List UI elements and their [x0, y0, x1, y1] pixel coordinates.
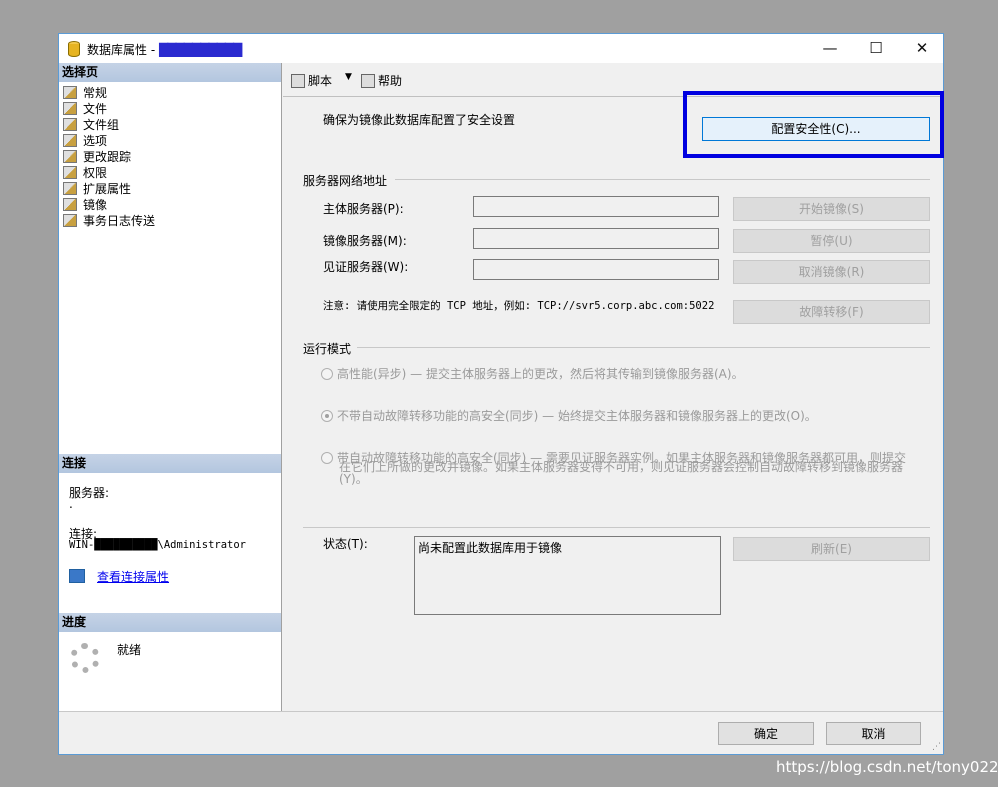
- page-icon: [63, 214, 77, 227]
- page-icon: [63, 86, 77, 99]
- nav-item-label: 权限: [83, 166, 108, 180]
- maximize-button[interactable]: ☐: [853, 34, 899, 63]
- remove-mirroring-button[interactable]: 取消镜像(R): [733, 260, 930, 284]
- page-icon: [63, 150, 77, 163]
- security-prompt: 确保为镜像此数据库配置了安全设置: [323, 113, 516, 127]
- configure-security-button[interactable]: 配置安全性(C)...: [702, 117, 930, 141]
- mirror-server-field[interactable]: [473, 228, 719, 249]
- window-title: 数据库属性 - ██████████: [87, 41, 242, 58]
- connection-properties-icon: [69, 569, 85, 583]
- script-button[interactable]: 脚本: [291, 72, 332, 89]
- cancel-button[interactable]: 取消: [826, 722, 921, 745]
- high-safety-failover-label-line3: (Y)。: [339, 472, 368, 486]
- address-note: 注意: 请使用完全限定的 TCP 地址，例如: TCP://svr5.corp.…: [323, 300, 715, 312]
- dialog-footer: 确定 取消 ⋰: [59, 711, 943, 754]
- main-pane: 脚本 ▼ 帮助 确保为镜像此数据库配置了安全设置 配置安全性(C)... 服务器…: [283, 63, 944, 711]
- minimize-button[interactable]: —: [807, 34, 853, 63]
- nav-item-label: 常规: [83, 86, 108, 100]
- pause-button[interactable]: 暂停(U): [733, 229, 930, 253]
- nav-item-options[interactable]: 选项: [63, 133, 107, 149]
- nav-item-extended-properties[interactable]: 扩展属性: [63, 181, 131, 197]
- progress-status: 就绪: [117, 643, 142, 657]
- radio-button-checked-icon: [321, 410, 333, 422]
- page-icon: [63, 102, 77, 115]
- page-icon: [63, 118, 77, 131]
- watermark-text: https://blog.csdn.net/tony0225: [776, 758, 998, 776]
- server-label: 服务器:: [69, 486, 110, 500]
- principal-server-field[interactable]: [473, 196, 719, 217]
- nav-item-label: 扩展属性: [83, 182, 132, 196]
- resize-grip-icon[interactable]: ⋰: [932, 742, 941, 752]
- window-title-obscured: ██████████: [158, 43, 242, 57]
- help-label: 帮助: [378, 74, 403, 88]
- script-icon: [291, 74, 305, 88]
- database-icon: [68, 41, 80, 57]
- window-title-text: 数据库属性 -: [87, 43, 159, 57]
- nav-item-log-shipping[interactable]: 事务日志传送: [63, 213, 155, 229]
- nav-item-permissions[interactable]: 权限: [63, 165, 107, 181]
- page-icon: [63, 134, 77, 147]
- high-performance-label: 高性能(异步) — 提交主体服务器上的更改，然后将其传输到镜像服务器(A)。: [337, 367, 744, 381]
- operating-mode-divider: [357, 347, 930, 348]
- high-performance-radio[interactable]: 高性能(异步) — 提交主体服务器上的更改，然后将其传输到镜像服务器(A)。: [321, 365, 744, 382]
- nav-item-change-tracking[interactable]: 更改跟踪: [63, 149, 131, 165]
- title-bar[interactable]: 数据库属性 - ██████████ — ☐ ✕: [59, 34, 943, 63]
- progress-spinner-icon: [70, 643, 100, 673]
- script-label: 脚本: [308, 74, 333, 88]
- status-label: 状态(T):: [323, 537, 368, 551]
- select-page-header: 选择页: [59, 63, 281, 82]
- witness-server-label: 见证服务器(W):: [323, 260, 409, 274]
- script-dropdown-icon[interactable]: ▼: [345, 72, 352, 82]
- operating-mode-group-title: 运行模式: [303, 342, 352, 356]
- database-properties-window: 数据库属性 - ██████████ — ☐ ✕ 选择页 常规 文件 文件组 选…: [58, 33, 944, 755]
- high-safety-no-failover-radio[interactable]: 不带自动故障转移功能的高安全(同步) — 始终提交主体服务器和镜像服务器上的更改…: [321, 407, 817, 424]
- witness-server-field[interactable]: [473, 259, 719, 280]
- status-divider: [303, 527, 930, 528]
- nav-item-label: 事务日志传送: [83, 214, 156, 228]
- high-safety-no-failover-label: 不带自动故障转移功能的高安全(同步) — 始终提交主体服务器和镜像服务器上的更改…: [337, 409, 817, 423]
- nav-item-label: 镜像: [83, 198, 108, 212]
- connection-value: WIN-██████████\Administrator: [69, 539, 247, 551]
- network-group-title: 服务器网络地址: [303, 174, 388, 188]
- nav-item-label: 更改跟踪: [83, 150, 132, 164]
- high-safety-failover-label-line2: 在它们上所做的更改并镜像。如果主体服务器变得不可用，则见证服务器会控制自动故障转…: [339, 460, 904, 474]
- nav-item-label: 文件: [83, 102, 108, 116]
- help-button[interactable]: 帮助: [361, 72, 402, 89]
- connection-header: 连接: [59, 454, 281, 473]
- radio-button-icon: [321, 452, 333, 464]
- nav-item-label: 选项: [83, 134, 108, 148]
- progress-header: 进度: [59, 613, 281, 632]
- page-icon: [63, 166, 77, 179]
- server-value: .: [69, 497, 73, 511]
- network-group-divider: [395, 179, 930, 180]
- close-button[interactable]: ✕: [899, 34, 945, 63]
- help-icon: [361, 74, 375, 88]
- radio-button-icon: [321, 368, 333, 380]
- left-pane: 选择页 常规 文件 文件组 选项 更改跟踪 权限 扩展属性 镜像 事务日志传送 …: [59, 63, 282, 711]
- view-connection-properties-link[interactable]: 查看连接属性: [97, 568, 169, 585]
- start-mirroring-button[interactable]: 开始镜像(S): [733, 197, 930, 221]
- nav-item-mirroring[interactable]: 镜像: [63, 197, 107, 213]
- nav-item-filegroups[interactable]: 文件组: [63, 117, 119, 133]
- failover-button[interactable]: 故障转移(F): [733, 300, 930, 324]
- principal-server-label: 主体服务器(P):: [323, 202, 404, 216]
- nav-item-files[interactable]: 文件: [63, 101, 107, 117]
- status-field[interactable]: 尚未配置此数据库用于镜像: [414, 536, 721, 615]
- mirror-server-label: 镜像服务器(M):: [323, 234, 407, 248]
- page-icon: [63, 198, 77, 211]
- nav-item-general[interactable]: 常规: [63, 85, 107, 101]
- nav-item-label: 文件组: [83, 118, 120, 132]
- refresh-button[interactable]: 刷新(E): [733, 537, 930, 561]
- ok-button[interactable]: 确定: [718, 722, 814, 745]
- page-icon: [63, 182, 77, 195]
